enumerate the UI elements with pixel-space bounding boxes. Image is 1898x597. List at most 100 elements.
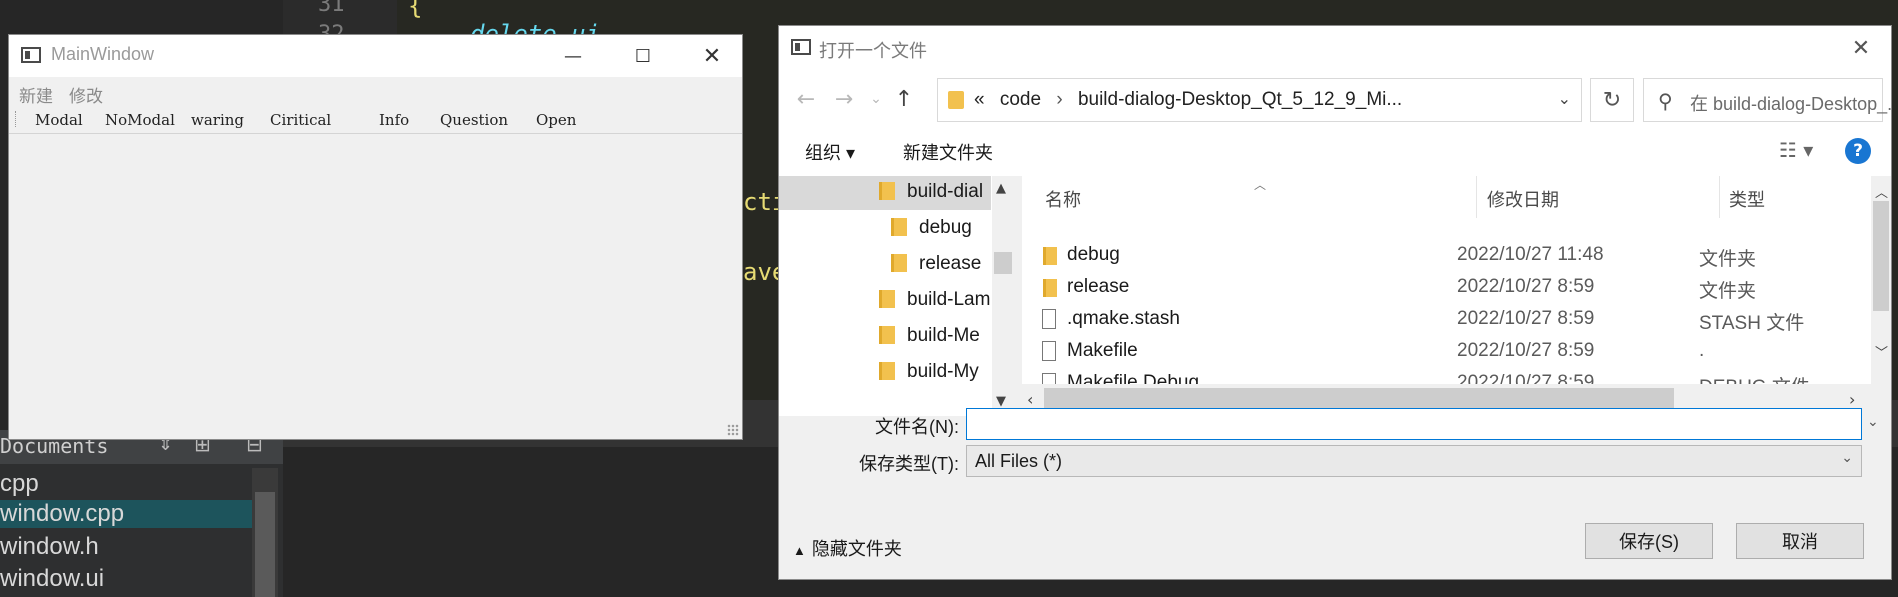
file-row[interactable]: .qmake.stash 2022/10/27 8:59 STASH 文件 bbox=[1037, 304, 1857, 336]
back-icon[interactable]: ← bbox=[791, 84, 821, 114]
new-folder-button[interactable]: 新建文件夹 bbox=[903, 139, 993, 165]
chevron-up-icon: ▲ bbox=[793, 543, 806, 558]
folder-icon bbox=[879, 326, 895, 344]
sort-ascending-icon: ︿ bbox=[1254, 178, 1267, 192]
breadcrumb-item[interactable]: build-dialog-Desktop_Qt_5_12_9_Mi... bbox=[1078, 89, 1402, 110]
organize-button[interactable]: 组织 ▾ bbox=[805, 139, 855, 165]
tree-item-debug[interactable]: debug bbox=[891, 217, 972, 239]
file-type: 文件夹 bbox=[1699, 249, 1757, 270]
chevron-right-icon[interactable]: › bbox=[1046, 89, 1072, 110]
dialog-title: 打开一个文件 bbox=[819, 41, 927, 61]
maximize-icon[interactable]: ☐ bbox=[608, 35, 678, 77]
chevron-down-icon[interactable]: ⌄ bbox=[1558, 89, 1571, 108]
breadcrumb-item[interactable]: code bbox=[990, 89, 1041, 110]
file-row[interactable]: release 2022/10/27 8:59 文件夹 bbox=[1037, 272, 1857, 304]
chevron-down-icon[interactable]: ⌄ bbox=[1841, 450, 1853, 466]
panel-scrollbar-thumb[interactable] bbox=[255, 492, 275, 597]
tree-item-build-me[interactable]: build-Me bbox=[879, 325, 980, 347]
tree-scrollbar-thumb[interactable] bbox=[994, 252, 1012, 274]
minimize-icon[interactable]: — bbox=[538, 35, 608, 77]
file-name: debug bbox=[1067, 244, 1120, 265]
file-row[interactable]: Makefile.Debug 2022/10/27 8:59 DEBUG 文件 bbox=[1037, 368, 1857, 384]
toolbar-grip[interactable] bbox=[15, 111, 18, 127]
scroll-down-icon[interactable]: ﹀ bbox=[1875, 342, 1888, 361]
forward-icon[interactable]: → bbox=[829, 84, 859, 114]
close-icon[interactable]: ✕ bbox=[677, 35, 747, 77]
menu-new[interactable]: 新建 bbox=[19, 82, 53, 107]
recent-locations-icon[interactable]: ⌄ bbox=[861, 84, 891, 114]
filename-history-chevron-icon[interactable]: ⌄ bbox=[1867, 414, 1879, 430]
search-box[interactable]: ⚲ 在 build-dialog-Desktop_... bbox=[1643, 78, 1891, 122]
toolbar-nomodal-button[interactable]: NoModal bbox=[105, 111, 175, 129]
main-window-titlebar[interactable]: MainWindow — ☐ ✕ bbox=[9, 35, 742, 77]
tree-scrollbar[interactable] bbox=[992, 176, 1014, 416]
column-header-date[interactable]: 修改日期 bbox=[1487, 186, 1559, 212]
open-file-item[interactable]: window.h bbox=[0, 533, 99, 561]
scroll-up-icon[interactable]: ︿ bbox=[1875, 182, 1888, 201]
main-window-title: MainWindow bbox=[51, 44, 155, 64]
resize-grip[interactable] bbox=[727, 424, 739, 436]
column-divider[interactable] bbox=[1719, 176, 1720, 218]
folder-icon bbox=[891, 254, 907, 272]
address-bar[interactable]: « › code › build-dialog-Desktop_Qt_5_12_… bbox=[937, 78, 1582, 122]
file-name: release bbox=[1067, 276, 1130, 297]
dialog-titlebar[interactable]: 打开一个文件 ✕ bbox=[779, 26, 1891, 70]
file-type: STASH 文件 bbox=[1699, 313, 1805, 334]
file-type: . bbox=[1699, 340, 1705, 361]
tree-item-build-my[interactable]: build-My bbox=[879, 361, 979, 383]
file-name: Makefile.Debug bbox=[1067, 372, 1200, 384]
tree-item-build-lam[interactable]: build-Lam bbox=[879, 289, 990, 311]
toolbar-waring-button[interactable]: waring bbox=[191, 111, 244, 129]
breadcrumb-overflow[interactable]: « bbox=[974, 89, 985, 110]
filetype-select[interactable]: All Files (*) ⌄ bbox=[966, 445, 1862, 477]
tree-item-release[interactable]: release bbox=[891, 253, 981, 275]
file-list-vscrollbar-thumb[interactable] bbox=[1873, 201, 1889, 311]
menu-edit[interactable]: 修改 bbox=[69, 82, 103, 107]
column-header-type[interactable]: 类型 bbox=[1729, 186, 1765, 212]
file-type: 文件夹 bbox=[1699, 281, 1757, 302]
folder-icon bbox=[879, 182, 895, 200]
menubar bbox=[9, 77, 742, 105]
scroll-left-icon[interactable]: ‹ bbox=[1027, 390, 1033, 409]
toolbar-open-button[interactable]: Open bbox=[536, 111, 576, 129]
up-icon[interactable]: ↑ bbox=[889, 84, 919, 114]
code-brace: { bbox=[408, 0, 423, 20]
filetype-label: 保存类型(T): bbox=[859, 454, 959, 474]
column-header-name[interactable]: 名称 bbox=[1045, 186, 1081, 212]
folder-icon bbox=[1043, 279, 1057, 297]
save-button[interactable]: 保存(S) bbox=[1585, 523, 1713, 559]
file-name: .qmake.stash bbox=[1067, 308, 1180, 329]
open-file-item[interactable]: window.ui bbox=[0, 565, 104, 593]
folder-icon bbox=[879, 290, 895, 308]
toolbar-info-button[interactable]: Info bbox=[379, 111, 409, 129]
close-icon[interactable]: ✕ bbox=[1841, 30, 1881, 66]
open-file-item[interactable]: cpp bbox=[0, 470, 39, 498]
help-icon[interactable]: ? bbox=[1845, 138, 1871, 164]
cancel-button[interactable]: 取消 bbox=[1736, 523, 1864, 559]
line-number: 31 bbox=[318, 0, 345, 17]
toolbar-ciritical-button[interactable]: Ciritical bbox=[270, 111, 331, 129]
hide-folders-toggle[interactable]: ▲ 隐藏文件夹 bbox=[793, 535, 902, 561]
toolbar-modal-button[interactable]: Modal bbox=[35, 111, 83, 129]
file-icon bbox=[1042, 373, 1056, 384]
file-icon bbox=[1042, 309, 1056, 329]
main-window: MainWindow — ☐ ✕ 新建 修改 Modal NoModal war… bbox=[8, 34, 743, 440]
column-divider[interactable] bbox=[1476, 176, 1477, 218]
refresh-icon[interactable]: ↻ bbox=[1590, 78, 1634, 122]
file-row[interactable]: debug 2022/10/27 11:48 文件夹 bbox=[1037, 240, 1857, 272]
scroll-right-icon[interactable]: › bbox=[1849, 390, 1855, 409]
toolbar-question-button[interactable]: Question bbox=[440, 111, 508, 129]
scroll-up-icon[interactable]: ▲ bbox=[996, 181, 1006, 196]
file-row[interactable]: Makefile 2022/10/27 8:59 . bbox=[1037, 336, 1857, 368]
view-options-icon[interactable]: ☷ ▾ bbox=[1779, 138, 1813, 162]
filename-input[interactable] bbox=[966, 408, 1862, 440]
file-date: 2022/10/27 8:59 bbox=[1457, 372, 1595, 384]
folder-icon bbox=[1043, 247, 1057, 265]
search-icon: ⚲ bbox=[1658, 89, 1673, 113]
open-file-item-selected[interactable]: window.cpp bbox=[0, 500, 252, 528]
tree-item-build-dialog[interactable]: build-dial bbox=[879, 181, 983, 203]
scroll-down-icon[interactable]: ▼ bbox=[996, 394, 1006, 409]
file-date: 2022/10/27 8:59 bbox=[1457, 276, 1595, 297]
app-icon bbox=[791, 39, 811, 55]
breadcrumb: « › code › build-dialog-Desktop_Qt_5_12_… bbox=[974, 89, 1402, 111]
